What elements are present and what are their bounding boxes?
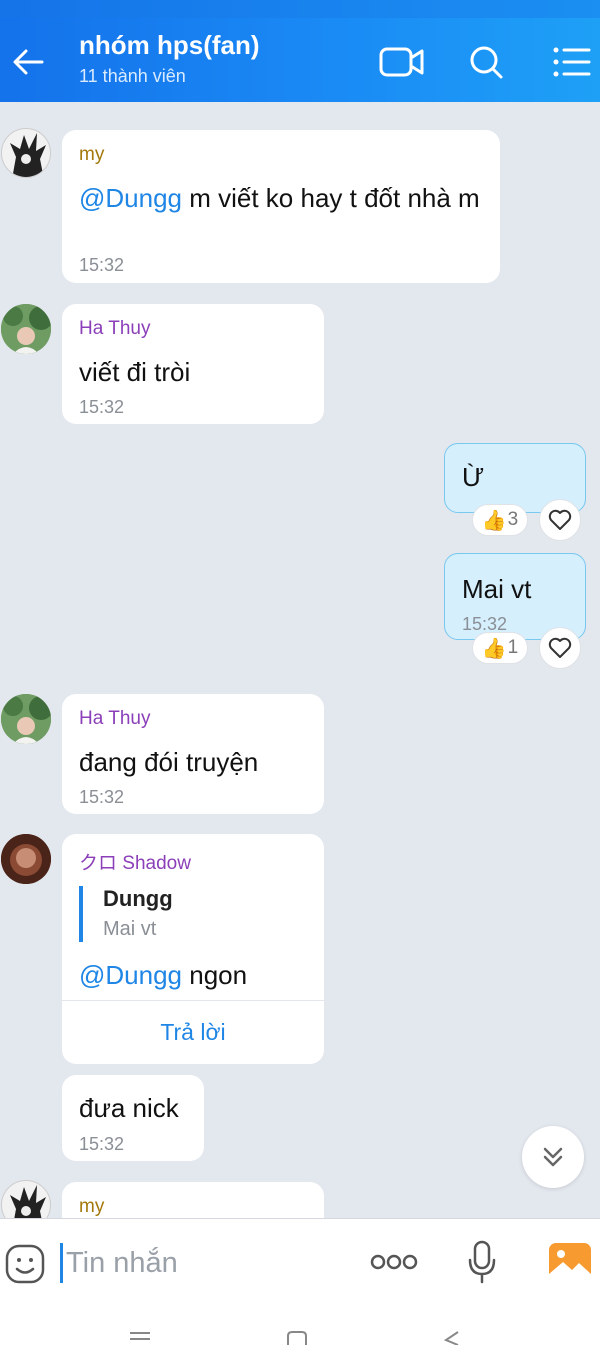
message-composer: [0, 1218, 600, 1308]
message-text: viết đi tròi: [79, 357, 191, 387]
recent-apps-icon[interactable]: [128, 1328, 152, 1345]
avatar[interactable]: [1, 1180, 51, 1218]
reaction-count-badge[interactable]: 👍 3: [472, 504, 528, 536]
quoted-message[interactable]: Dungg Mai vt: [79, 886, 173, 942]
avatar[interactable]: [1, 304, 51, 354]
message-bubble[interactable]: Ha Thuy viết đi tròi 15:32: [62, 304, 324, 424]
message-text: đang đói truyện: [79, 747, 259, 777]
thumbs-up-icon: 👍: [481, 509, 507, 532]
video-call-icon[interactable]: [378, 40, 426, 84]
message-bubble[interactable]: đưa nick 15:32: [62, 1075, 204, 1161]
sender-name: クロ Shadow: [79, 853, 191, 874]
message-bubble[interactable]: my @Dungg m viết ko hay t đốt nhà m 15:3…: [62, 130, 500, 283]
message-text: Mai vt: [462, 574, 532, 604]
message-time: 15:32: [79, 787, 125, 807]
message-time: 15:32: [79, 1134, 125, 1154]
message-text: @Dungg ngon: [79, 960, 248, 990]
message-text: @Dungg m viết ko hay t đốt nhà m: [79, 183, 480, 213]
scroll-to-bottom-button[interactable]: [522, 1126, 584, 1188]
reply-button[interactable]: Trả lời: [62, 1001, 324, 1063]
search-icon[interactable]: [462, 40, 510, 84]
member-count[interactable]: 11 thành viên: [79, 66, 186, 87]
more-options-icon[interactable]: [366, 1247, 422, 1277]
message-text: Ừ: [462, 462, 485, 492]
heart-reaction-icon[interactable]: [539, 499, 581, 541]
message-list[interactable]: my @Dungg m viết ko hay t đốt nhà m 15:3…: [0, 102, 600, 1218]
message-bubble[interactable]: Ha Thuy đang đói truyện 15:32: [62, 694, 324, 814]
group-title[interactable]: nhóm hps(fan): [79, 30, 260, 61]
heart-reaction-icon[interactable]: [539, 627, 581, 669]
sticker-emoji-icon[interactable]: [4, 1243, 46, 1285]
reply-message-bubble[interactable]: クロ Shadow Dungg Mai vt @Dungg ngon Trả l…: [62, 834, 324, 1064]
message-text: đưa nick: [79, 1093, 179, 1123]
back-nav-icon[interactable]: [440, 1330, 462, 1345]
thumbs-up-icon: 👍: [481, 637, 507, 660]
chat-header: nhóm hps(fan) 11 thành viên: [0, 18, 600, 102]
avatar[interactable]: [1, 128, 51, 178]
message-input[interactable]: [60, 1243, 340, 1283]
image-gallery-icon[interactable]: [548, 1241, 592, 1283]
mention[interactable]: @Dungg: [79, 960, 182, 990]
reaction-count-badge[interactable]: 👍 1: [472, 632, 528, 664]
quoted-text: Mai vt: [103, 918, 157, 940]
home-icon[interactable]: [286, 1330, 308, 1345]
sender-name: my: [79, 1196, 105, 1217]
menu-list-icon[interactable]: [548, 40, 596, 84]
double-chevron-down-icon: [543, 1147, 563, 1167]
mention[interactable]: @Dungg: [79, 183, 182, 213]
message-time: 15:32: [79, 255, 125, 275]
sender-name: my: [79, 144, 105, 165]
status-bar: [0, 0, 600, 18]
microphone-icon[interactable]: [460, 1237, 504, 1287]
system-nav-bar: [0, 1308, 600, 1345]
avatar[interactable]: [1, 834, 51, 884]
quoted-author: Dungg: [103, 886, 173, 911]
back-arrow-icon[interactable]: [8, 42, 48, 82]
message-bubble[interactable]: my: [62, 1182, 324, 1218]
sender-name: Ha Thuy: [79, 318, 151, 339]
sender-name: Ha Thuy: [79, 708, 151, 729]
message-time: 15:32: [79, 397, 125, 417]
avatar[interactable]: [1, 694, 51, 744]
